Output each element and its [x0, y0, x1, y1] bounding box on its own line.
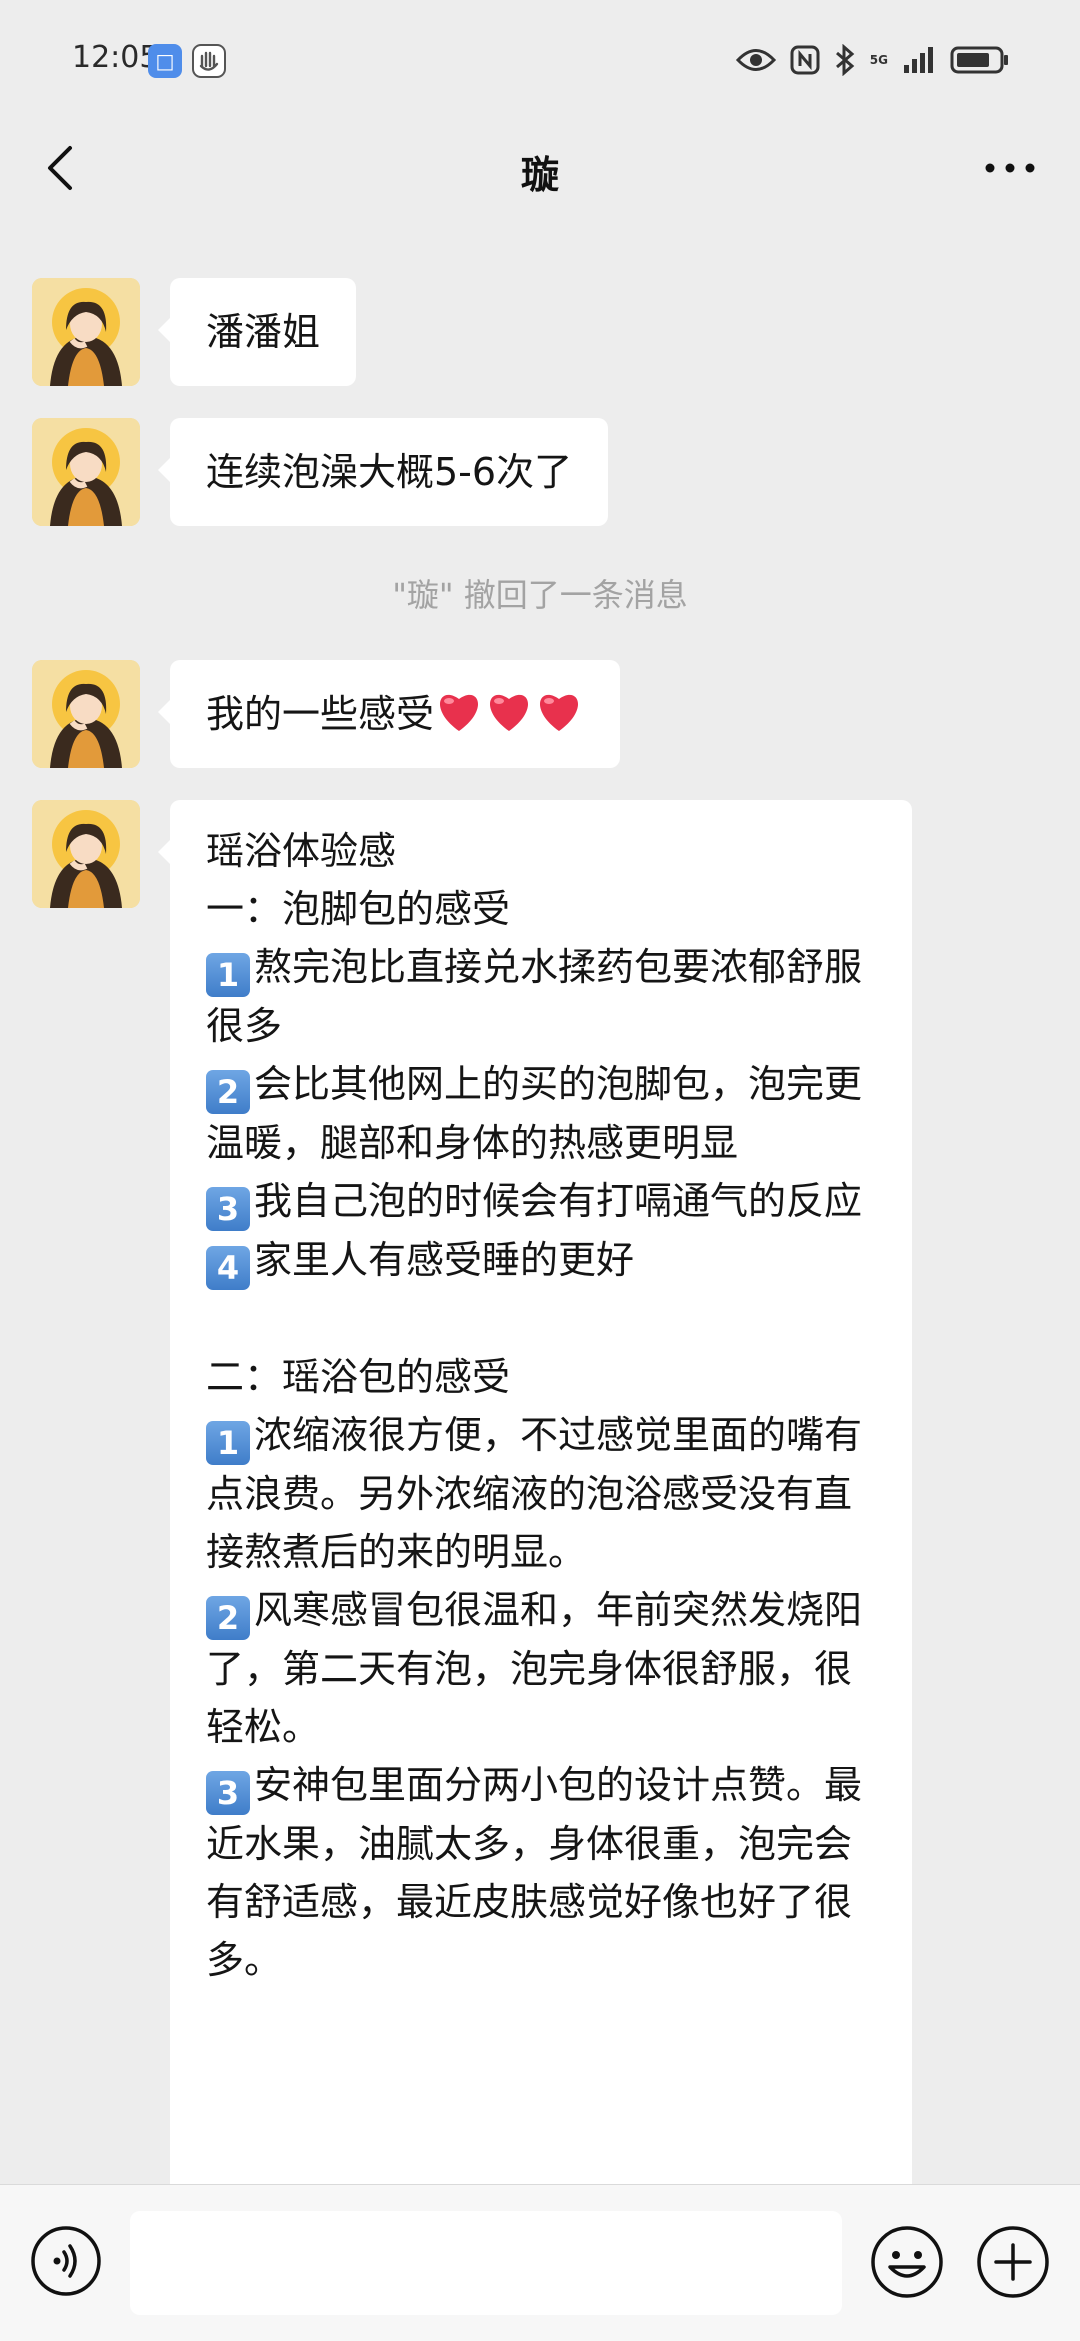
message-text: 我的一些感受 — [206, 692, 435, 736]
signal-icon — [904, 47, 933, 73]
emoji-button[interactable] — [870, 2225, 944, 2299]
number-badge-icon: 4 — [206, 1246, 250, 1290]
message-line: 1 熬完泡比直接兑水揉药包要浓郁舒服很多 — [206, 945, 863, 1048]
input-bar — [0, 2184, 1080, 2341]
message-line: 3 我自己泡的时候会有打嗝通气的反应 — [206, 1172, 876, 1231]
long-message-bubble[interactable]: 瑶浴体验感 一：泡脚包的感受 1 熬完泡比直接兑水揉药包要浓郁舒服很多 2 会比其他… — [158, 800, 912, 2184]
number-badge-icon: 2 — [206, 1596, 250, 1640]
message-bubble[interactable]: 连续泡澡大概5-6次了 — [157, 418, 609, 526]
chat-title: 璇 — [520, 153, 559, 197]
heart-icon — [490, 694, 529, 731]
bluetooth-icon — [835, 44, 855, 76]
more-icon — [985, 163, 1035, 173]
number-badge-icon: 1 — [206, 953, 250, 997]
message-line: 2 风寒感冒包很温和，年前突然发烧阳了，第二天有泡，泡完身体很舒服，很轻松。 — [206, 1588, 863, 1749]
heart-emoji-group — [434, 689, 584, 749]
message-input[interactable] — [130, 2211, 842, 2315]
notification-app-icon: □ — [148, 44, 182, 78]
status-time: 12:05 — [72, 40, 159, 75]
system-status-icons: 5G — [735, 42, 1010, 78]
heart-icon — [440, 694, 479, 731]
number-badge-icon: 1 — [206, 1421, 250, 1465]
message-line: 瑶浴体验感 — [206, 829, 397, 873]
message-line: 二：瑶浴包的感受 — [206, 1355, 511, 1399]
battery-icon — [950, 46, 1008, 74]
message-bubble[interactable]: 潘潘姐 — [157, 278, 357, 386]
back-button[interactable] — [38, 142, 88, 192]
recall-notice: "璇" 撤回了一条消息 — [392, 576, 688, 614]
message-list[interactable]: 潘潘姐 连续泡澡大概5-6次了 "璇" 撤回了一条消息 我的一些感受 瑶浴体验感… — [0, 212, 1080, 2184]
more-button[interactable] — [980, 142, 1040, 192]
nfc-icon — [790, 45, 820, 75]
heart-icon — [540, 694, 579, 731]
contact-avatar[interactable] — [32, 660, 140, 768]
number-badge-icon: 3 — [206, 1187, 250, 1231]
contact-avatar[interactable] — [32, 418, 140, 526]
message-line: 2 会比其他网上的买的泡脚包，泡完更温暖，腿部和身体的热感更明显 — [206, 1062, 863, 1165]
message-line: 3 安神包里面分两小包的设计点赞。最近水果，油腻太多，身体很重，泡完会有舒适感，最… — [206, 1763, 863, 1982]
message-line-blank — [206, 1290, 876, 1348]
message-line: 一：泡脚包的感受 — [206, 887, 511, 931]
message-line: 4 家里人有感受睡的更好 — [206, 1231, 876, 1290]
plus-icon — [977, 2226, 1049, 2298]
contact-avatar[interactable] — [32, 800, 140, 908]
more-functions-button[interactable] — [976, 2225, 1050, 2299]
status-bar: 12:05 □ 5G — [0, 0, 1080, 122]
chat-header: 璇 — [0, 122, 1080, 212]
hand-notification-icon — [192, 44, 226, 78]
number-badge-icon: 3 — [206, 1771, 250, 1815]
voice-icon — [31, 2226, 101, 2296]
message-line: 1 浓缩液很方便，不过感觉里面的嘴有点浪费。另外浓缩液的泡浴感受没有直接熬煮后的来… — [206, 1413, 863, 1574]
number-badge-icon: 2 — [206, 1070, 250, 1114]
network-type-label: 5G — [869, 53, 888, 67]
message-text: 潘潘姐 — [206, 310, 321, 354]
emoji-icon — [871, 2226, 943, 2298]
message-bubble[interactable]: 我的一些感受 — [157, 660, 621, 768]
voice-button[interactable] — [30, 2225, 102, 2297]
message-text: 连续泡澡大概5-6次了 — [206, 450, 573, 494]
eye-icon — [735, 49, 776, 71]
back-arrow-icon — [48, 146, 72, 190]
contact-avatar[interactable] — [32, 278, 140, 386]
